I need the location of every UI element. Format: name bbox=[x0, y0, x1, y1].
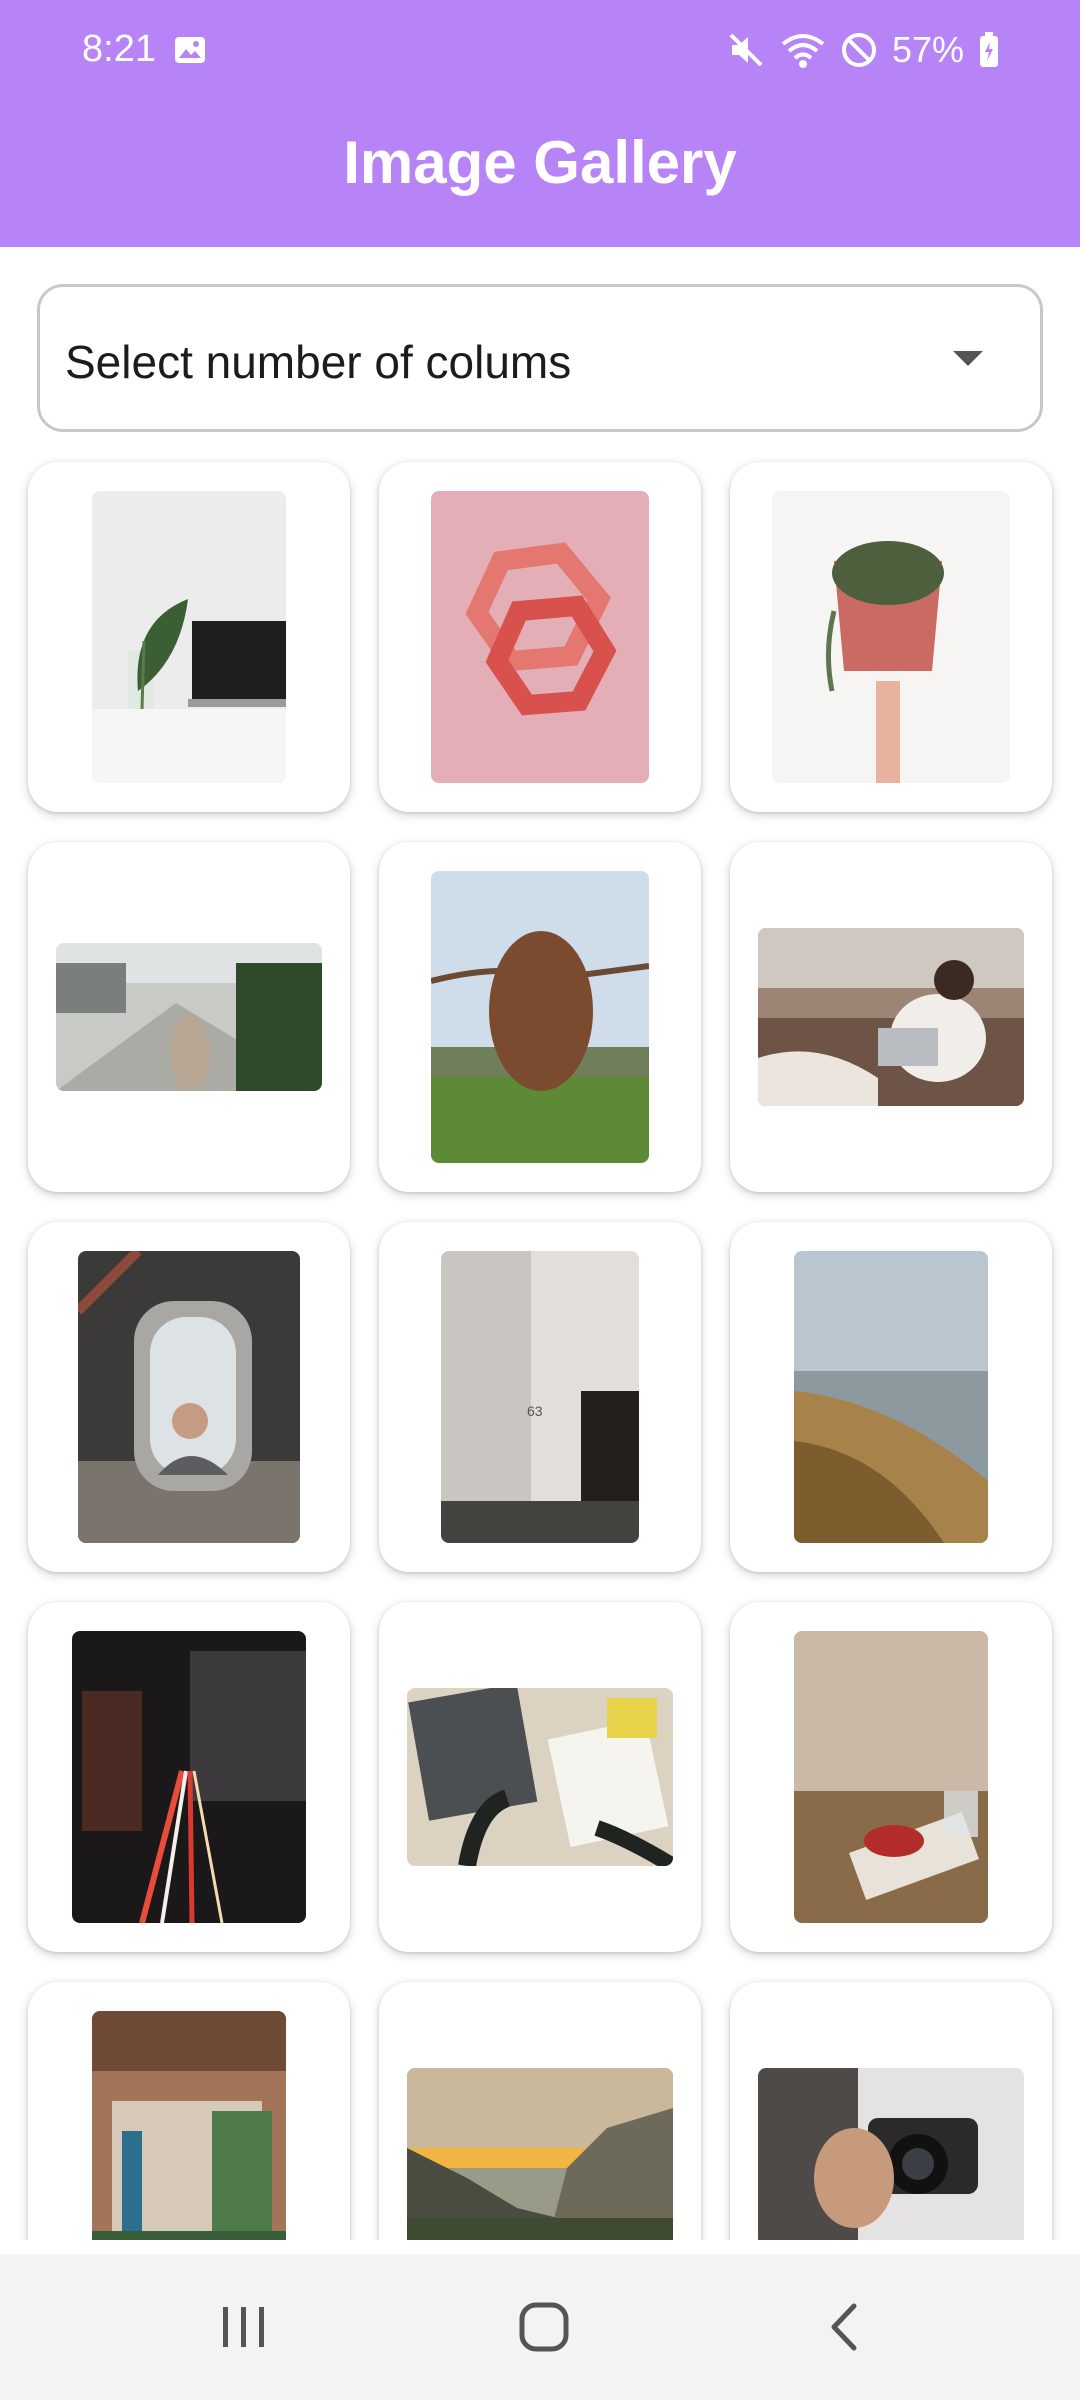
home-button[interactable] bbox=[444, 2254, 644, 2400]
home-icon bbox=[519, 2302, 569, 2352]
valley-sunset-mountains-image[interactable] bbox=[407, 2068, 673, 2240]
concrete-building-corner-image[interactable]: 63 bbox=[441, 1251, 639, 1543]
gallery-card[interactable] bbox=[730, 1602, 1052, 1952]
do-not-disturb-icon bbox=[841, 33, 876, 67]
page-title: Image Gallery bbox=[343, 129, 737, 196]
beach-dune-grass-image[interactable] bbox=[794, 1251, 988, 1543]
gallery-card[interactable]: 63 bbox=[379, 1222, 701, 1572]
gallery-card[interactable] bbox=[379, 1982, 701, 2240]
gallery-card[interactable] bbox=[379, 462, 701, 812]
gallery-card[interactable] bbox=[28, 842, 350, 1192]
wifi-icon bbox=[781, 34, 825, 68]
pink-geometric-rings-image[interactable] bbox=[431, 491, 649, 783]
back-button[interactable] bbox=[744, 2254, 944, 2400]
gallery-card[interactable] bbox=[28, 1982, 350, 2240]
modern-interior-plants-image[interactable] bbox=[92, 2011, 286, 2240]
svg-text:63: 63 bbox=[527, 1403, 543, 1419]
gallery-card[interactable] bbox=[28, 1222, 350, 1572]
gallery-card[interactable] bbox=[28, 1602, 350, 1952]
gallery-card[interactable] bbox=[730, 842, 1052, 1192]
back-icon bbox=[831, 2303, 857, 2351]
battery-percent: 57% bbox=[891, 29, 964, 70]
app-header: 8:21 57% Image Gallery bbox=[0, 0, 1080, 247]
plant-leaf-laptop-image[interactable] bbox=[92, 491, 286, 783]
status-time: 8:21 bbox=[82, 28, 156, 70]
coffee-cup-tray-image[interactable] bbox=[794, 1631, 988, 1923]
gallery-card[interactable] bbox=[730, 1222, 1052, 1572]
city-street-woman-image[interactable] bbox=[56, 943, 322, 1091]
gallery-card[interactable] bbox=[730, 462, 1052, 812]
column-count-dropdown[interactable]: Select number of colums bbox=[37, 284, 1043, 432]
mute-icon bbox=[729, 33, 763, 67]
hand-holding-camera-image[interactable] bbox=[758, 2068, 1024, 2240]
gallery-card[interactable] bbox=[28, 462, 350, 812]
laptop-notebook-desk-image[interactable] bbox=[407, 1688, 673, 1866]
dropdown-placeholder: Select number of colums bbox=[65, 336, 572, 388]
gallery-icon bbox=[175, 37, 205, 63]
status-bar: 8:21 57% bbox=[0, 0, 1080, 100]
gallery-card[interactable] bbox=[379, 1602, 701, 1952]
highland-cow-image[interactable] bbox=[431, 871, 649, 1163]
hand-holding-plant-pot-image[interactable] bbox=[772, 491, 1010, 783]
gallery-card[interactable] bbox=[379, 842, 701, 1192]
system-navigation-bar bbox=[0, 2254, 1080, 2400]
dropdown-arrow-icon bbox=[953, 351, 983, 366]
night-city-light-trails-image[interactable] bbox=[72, 1631, 306, 1923]
image-grid[interactable]: 63 bbox=[0, 445, 1080, 2240]
recent-apps-icon bbox=[223, 2307, 264, 2347]
gallery-card[interactable] bbox=[730, 1982, 1052, 2240]
woman-in-mirror-frame-image[interactable] bbox=[78, 1251, 300, 1543]
recent-apps-button[interactable] bbox=[144, 2254, 344, 2400]
battery-charging-icon bbox=[980, 32, 998, 67]
woman-on-couch-laptop-image[interactable] bbox=[758, 928, 1024, 1106]
